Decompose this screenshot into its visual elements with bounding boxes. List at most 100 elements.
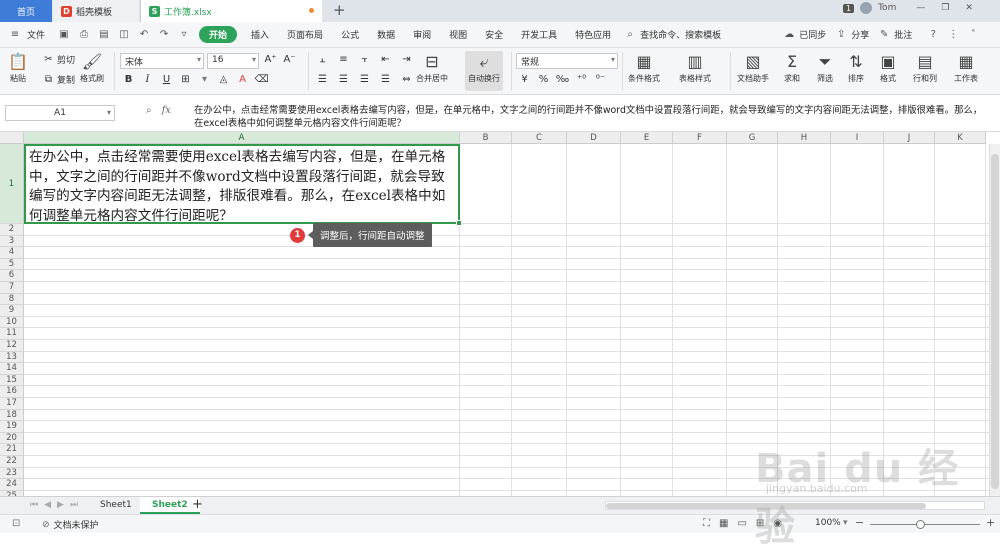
filter-button[interactable]: ⏷ 筛选 (817, 51, 833, 84)
table-style-button[interactable]: ▥ 表格样式 (679, 51, 711, 84)
column-header-c[interactable]: C (512, 132, 567, 144)
formula-input[interactable]: 在办公中，点击经常需要使用excel表格去编写内容，但是，在单元格中，文字之间的… (188, 102, 995, 131)
sync-status[interactable]: 已同步 (799, 28, 826, 41)
column-header-f[interactable]: F (673, 132, 727, 144)
menu-file[interactable]: 文件 (25, 28, 54, 41)
row-header-17[interactable]: 17 (0, 398, 24, 410)
add-sheet-button[interactable]: + (186, 497, 209, 514)
align-left-icon[interactable]: ☰ (316, 73, 329, 86)
user-name[interactable]: Tom (878, 3, 896, 13)
align-bottom-icon[interactable]: ⫟ (358, 53, 371, 66)
row-header-6[interactable]: 6 (0, 270, 24, 282)
row-header-9[interactable]: 9 (0, 305, 24, 317)
format-button[interactable]: ▣ 格式 (880, 51, 896, 84)
row-header-11[interactable]: 11 (0, 328, 24, 340)
align-right-icon[interactable]: ☰ (358, 73, 371, 86)
menu-formula[interactable]: 公式 (332, 28, 368, 41)
first-sheet-icon[interactable]: ⏮ (30, 500, 38, 510)
column-header-b[interactable]: B (460, 132, 512, 144)
window-count-badge[interactable]: 1 (843, 3, 855, 13)
tab-workbook[interactable]: S 工作簿.xlsx (140, 0, 322, 22)
font-size-select[interactable]: 16 (207, 53, 259, 69)
format-painter-button[interactable]: 🖌 格式刷 (80, 51, 104, 84)
row-header-24[interactable]: 24 (0, 479, 24, 491)
hamburger-icon[interactable]: ≡ (8, 28, 22, 42)
font-shrink-icon[interactable]: A⁻ (283, 53, 296, 66)
column-header-h[interactable]: H (778, 132, 831, 144)
prev-sheet-icon[interactable]: ◀ (44, 500, 51, 510)
row-header-20[interactable]: 20 (0, 432, 24, 445)
currency-icon[interactable]: ¥ (518, 73, 531, 86)
collapse-ribbon-icon[interactable]: ˄ (966, 28, 980, 42)
avatar[interactable] (860, 2, 873, 14)
undo-icon[interactable]: ↶ (137, 28, 151, 42)
column-header-a[interactable]: A (24, 132, 460, 144)
normal-view-icon[interactable]: ▦ (719, 518, 728, 529)
row-header-23[interactable]: 23 (0, 467, 24, 480)
copy-button[interactable]: ⧉ 复制 (42, 73, 75, 86)
help-icon[interactable]: ? (926, 28, 940, 42)
row-header-13[interactable]: 13 (0, 351, 24, 364)
menu-insert[interactable]: 插入 (242, 28, 278, 41)
indent-right-icon[interactable]: ⇥ (400, 53, 413, 66)
doc-protect-status[interactable]: ⊘ 文档未保护 (42, 518, 99, 532)
row-header-4[interactable]: 4 (0, 247, 24, 259)
row-header-8[interactable]: 8 (0, 293, 24, 306)
row-header-16[interactable]: 16 (0, 386, 24, 398)
cell-a1[interactable]: 在办公中，点击经常需要使用excel表格去编写内容，但是，在单元格中，文字之间的… (24, 144, 460, 224)
italic-icon[interactable]: I (141, 73, 154, 86)
export-icon[interactable]: ⎙ (77, 28, 91, 42)
row-col-button[interactable]: ▤ 行和列 (913, 51, 937, 84)
page-view-icon[interactable]: ▭ (737, 518, 746, 529)
customize-icon[interactable]: ▿ (177, 28, 191, 42)
comment-button[interactable]: 批注 (894, 28, 912, 41)
menu-home[interactable]: 开始 (199, 26, 238, 43)
align-top-icon[interactable]: ⫠ (316, 53, 329, 66)
cond-format-button[interactable]: ▦ 条件格式 (628, 51, 660, 84)
worksheet-button[interactable]: ▦ 工作表 (954, 51, 978, 84)
column-header-j[interactable]: J (884, 132, 935, 144)
thousands-icon[interactable]: ‰ (556, 73, 569, 86)
column-header-d[interactable]: D (567, 132, 621, 144)
merge-center-button[interactable]: ⊟ 合并居中 (416, 51, 448, 84)
align-center-icon[interactable]: ☰ (337, 73, 350, 86)
font-name-select[interactable]: 宋体 (120, 53, 204, 69)
border-dropdown-icon[interactable]: ▾ (198, 73, 211, 86)
row-header-12[interactable]: 12 (0, 340, 24, 352)
save-icon[interactable]: ▣ (57, 28, 71, 42)
fill-color-icon[interactable]: ◬ (217, 73, 230, 86)
number-format-select[interactable]: 常规 (516, 53, 618, 69)
doc-helper-button[interactable]: ▧ 文档助手 (737, 51, 769, 84)
row-header-7[interactable]: 7 (0, 282, 24, 294)
command-search[interactable]: 查找命令、搜索模板 (640, 28, 721, 41)
row-header-18[interactable]: 18 (0, 409, 24, 422)
fullscreen-icon[interactable]: ⛶ (703, 518, 710, 529)
minimize-icon[interactable]: — (916, 3, 925, 13)
last-sheet-icon[interactable]: ⏭ (70, 500, 78, 510)
menu-data[interactable]: 数据 (368, 28, 404, 41)
sum-button[interactable]: Σ 求和 (784, 51, 800, 84)
column-header-g[interactable]: G (727, 132, 778, 144)
align-middle-icon[interactable]: ≡ (337, 53, 350, 66)
bold-icon[interactable]: B (122, 73, 135, 86)
menu-developer[interactable]: 开发工具 (512, 28, 566, 41)
row-header-14[interactable]: 14 (0, 363, 24, 375)
row-header-15[interactable]: 15 (0, 374, 24, 387)
new-tab-button[interactable]: + (333, 1, 346, 19)
wrap-text-button[interactable]: ⤶ 自动换行 (465, 51, 503, 91)
font-grow-icon[interactable]: A⁺ (264, 53, 277, 66)
fx-icon[interactable]: fx (162, 105, 171, 116)
sort-button[interactable]: ⇅ 排序 (848, 51, 864, 84)
column-header-i[interactable]: I (831, 132, 884, 144)
clear-format-icon[interactable]: ⌫ (254, 73, 268, 86)
next-sheet-icon[interactable]: ▶ (57, 500, 64, 510)
redo-icon[interactable]: ↷ (157, 28, 171, 42)
percent-icon[interactable]: % (537, 73, 550, 86)
share-button[interactable]: 分享 (851, 28, 869, 41)
row-header-3[interactable]: 3 (0, 235, 24, 248)
row-header-1[interactable]: 1 (0, 144, 24, 224)
increase-decimal-icon[interactable]: ⁺⁰ (575, 73, 588, 86)
row-header-21[interactable]: 21 (0, 444, 24, 456)
tab-template[interactable]: D 稻壳模板 (53, 0, 139, 22)
row-header-19[interactable]: 19 (0, 421, 24, 433)
